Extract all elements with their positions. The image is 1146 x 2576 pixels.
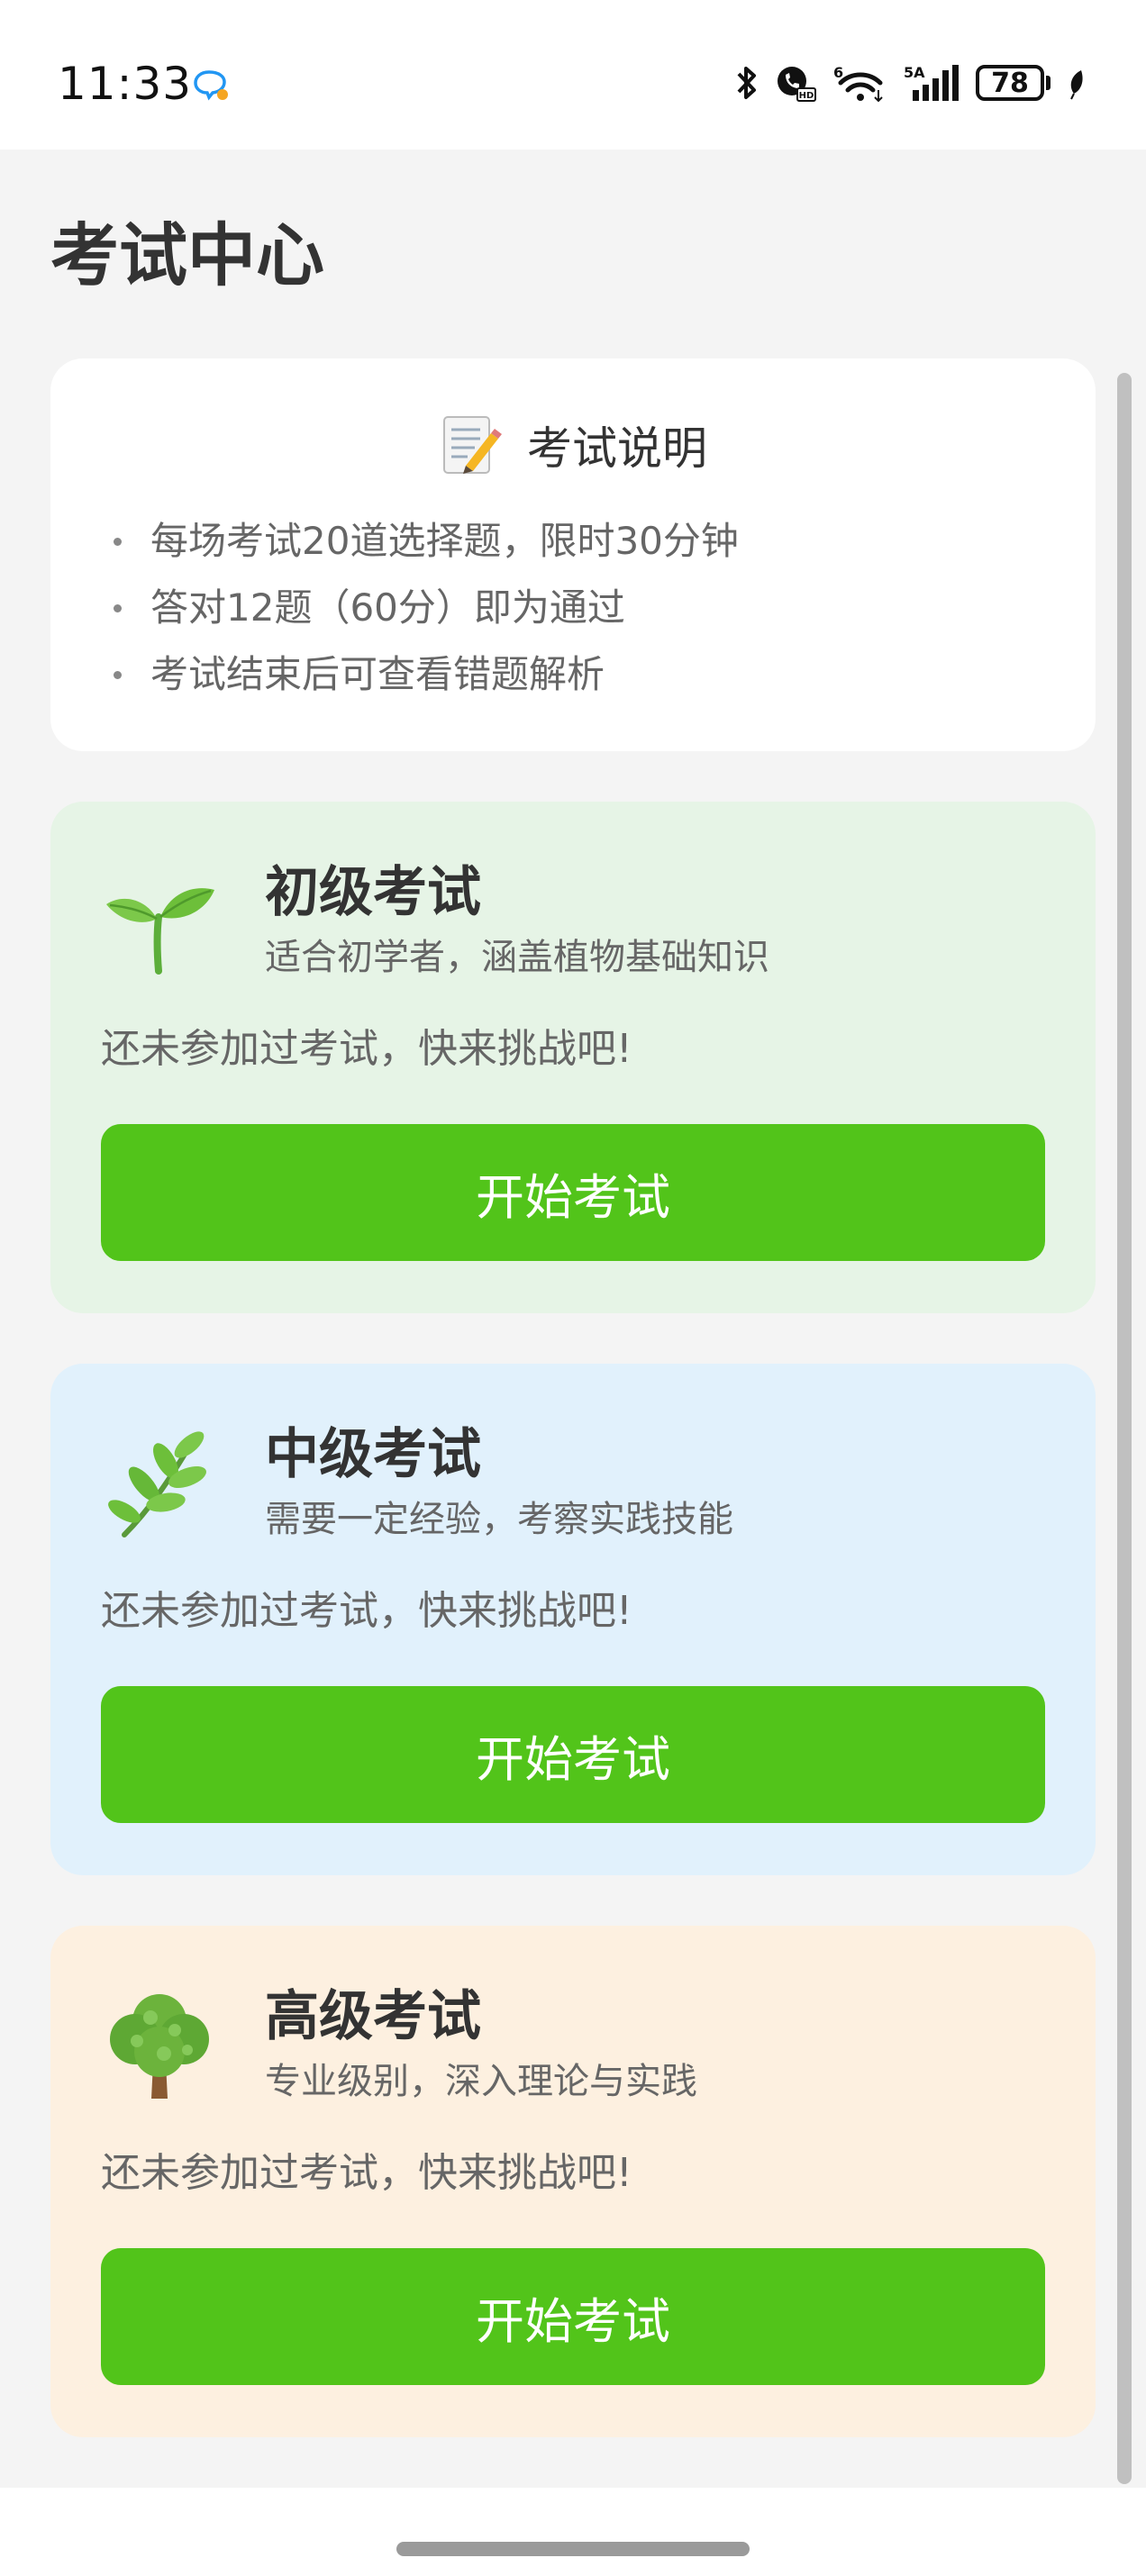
exam-level-title: 初级考试 (265, 861, 481, 924)
exam-status-text: 还未参加过考试，快来挑战吧! (101, 2150, 632, 2196)
svg-text:5A: 5A (904, 64, 925, 81)
scrollbar[interactable] (1117, 373, 1132, 2484)
exam-level-title: 中级考试 (265, 1423, 481, 1486)
hd-call-icon: HD (778, 67, 816, 102)
leaf-icon (1070, 70, 1083, 100)
wifi-icon: 6 (833, 64, 883, 103)
list-item: 考试结束后可查看错题解析 (114, 641, 739, 708)
exam-level-title: 高级考试 (265, 1985, 481, 2048)
bullet-icon (114, 603, 122, 612)
exam-card-intermediate: 中级考试 需要一定经验，考察实践技能 还未参加过考试，快来挑战吧! 开始考试 (50, 1364, 1096, 1875)
list-item: 答对12题（60分）即为通过 (114, 575, 739, 641)
exam-status-text: 还未参加过考试，快来挑战吧! (101, 1026, 632, 1072)
exam-status-text: 还未参加过考试，快来挑战吧! (101, 1588, 632, 1634)
exam-info-card: 考试说明 每场考试20道选择题，限时30分钟 答对12题（60分）即为通过 考试… (50, 358, 1096, 751)
info-list: 每场考试20道选择题，限时30分钟 答对12题（60分）即为通过 考试结束后可查… (114, 508, 739, 708)
svg-text:6: 6 (833, 64, 843, 81)
exam-level-description: 需要一定经验，考察实践技能 (265, 1499, 733, 1540)
home-indicator[interactable] (396, 2542, 750, 2556)
bottom-bar (0, 2488, 1146, 2576)
exam-card-advanced: 高级考试 专业级别，深入理论与实践 还未参加过考试，快来挑战吧! 开始考试 (50, 1926, 1096, 2437)
bluetooth-icon (737, 67, 756, 99)
exam-card-basic: 初级考试 适合初学者，涵盖植物基础知识 还未参加过考试，快来挑战吧! 开始考试 (50, 802, 1096, 1313)
info-title: 考试说明 (527, 422, 707, 475)
status-time: 11:33 (58, 58, 193, 110)
seedling-icon (106, 888, 214, 975)
info-header: 考试说明 (50, 413, 1096, 477)
bullet-icon (114, 670, 122, 679)
start-exam-button-intermediate[interactable]: 开始考试 (101, 1686, 1045, 1823)
page-title: 考试中心 (50, 215, 324, 295)
svg-text:HD: HD (799, 91, 814, 101)
exam-level-description: 适合初学者，涵盖植物基础知识 (265, 937, 769, 978)
herb-icon (108, 1431, 206, 1537)
status-icons: HD 6 5A 78 (734, 63, 1087, 103)
status-bar: 11:33 HD 6 5A 78 (0, 0, 1146, 150)
memo-icon (443, 416, 502, 474)
bullet-icon (114, 537, 122, 546)
battery-indicator: 78 (976, 64, 1050, 102)
start-exam-button-advanced[interactable]: 开始考试 (101, 2248, 1045, 2385)
battery-level: 78 (976, 65, 1044, 101)
chat-bubble-icon (194, 70, 228, 101)
exam-level-description: 专业级别，深入理论与实践 (265, 2061, 697, 2102)
signal-icon: 5A (904, 64, 959, 101)
list-item: 每场考试20道选择题，限时30分钟 (114, 508, 739, 575)
tree-icon (110, 1994, 209, 2099)
start-exam-button-basic[interactable]: 开始考试 (101, 1124, 1045, 1261)
